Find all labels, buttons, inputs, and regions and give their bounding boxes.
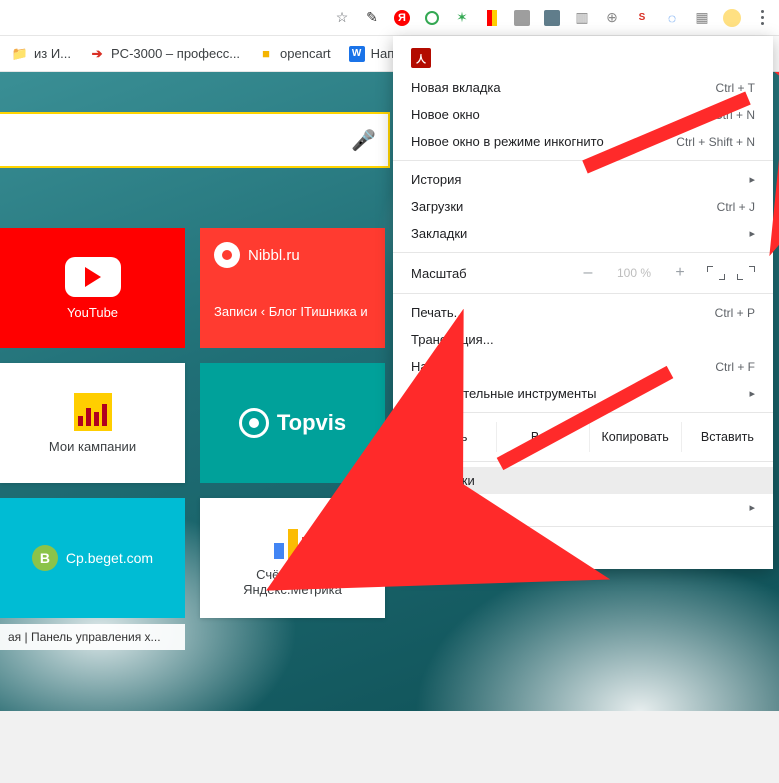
tile-campaigns[interactable]: Мои кампании	[0, 363, 185, 483]
bookmark-item[interactable]: ➔ PC-3000 – професс...	[89, 46, 240, 62]
menu-edit-row: Изменить В ть Копировать Вставить	[393, 418, 773, 456]
folder-icon: 📁	[12, 46, 28, 62]
menu-cast[interactable]: Трансляция...	[393, 326, 773, 353]
menu-more-tools[interactable]: Дополнительные инструменты	[393, 380, 773, 407]
ext-icon-2[interactable]	[543, 9, 561, 27]
tile-youtube[interactable]: YouTube	[0, 228, 185, 348]
menu-downloads[interactable]: ЗагрузкиCtrl + J	[393, 193, 773, 220]
edit-copy[interactable]: Копировать	[589, 422, 681, 452]
campaigns-icon	[74, 393, 112, 431]
zoom-value: 100 %	[611, 266, 657, 280]
tile-metrika[interactable]: Счётчики — Яндекс.Метрика	[200, 498, 385, 618]
ext-icon-3[interactable]: ▥	[573, 9, 591, 27]
eyedropper-icon[interactable]: ✎	[363, 9, 381, 27]
tile-label: Счётчики — Яндекс.Метрика	[206, 567, 379, 597]
zoom-label: Масштаб	[411, 266, 565, 281]
menu-print[interactable]: Печать...Ctrl + P	[393, 299, 773, 326]
pdf-icon: 人	[411, 48, 431, 68]
fullscreen-icon[interactable]	[707, 266, 725, 280]
tile-label: YouTube	[67, 305, 118, 320]
search-bar[interactable]: 🎤	[0, 112, 390, 168]
zoom-out-button[interactable]: –	[577, 262, 599, 284]
microphone-icon[interactable]: 🎤	[351, 128, 376, 153]
tile-label: Cp.beget.com	[66, 550, 153, 566]
tile-topvisor[interactable]: Topvis	[200, 363, 385, 483]
menu-help[interactable]: Справка	[393, 494, 773, 521]
tile-subtitle: Записи ‹ Блог IТишника и	[214, 304, 368, 319]
kebab-menu-icon[interactable]	[753, 9, 771, 27]
arrow-icon: ➔	[89, 46, 105, 62]
menu-incognito[interactable]: Новое окно в режиме инкогнитоCtrl + Shif…	[393, 128, 773, 155]
circle-green-icon[interactable]	[423, 9, 441, 27]
bookmark-label: PC-3000 – професс...	[111, 46, 240, 61]
browser-toolbar: ☆ ✎ Я ✶ ▥ ⊕ S ◌ ▦	[0, 0, 779, 36]
tile-caption: ая | Панель управления х...	[0, 624, 185, 650]
edit-paste[interactable]: Вставить	[681, 422, 773, 452]
nibbl-icon	[214, 242, 240, 268]
bookmark-star-icon[interactable]: ☆	[333, 9, 351, 27]
tile-nibbl[interactable]: Nibbl.ru Записи ‹ Блог IТишника и	[200, 228, 385, 348]
fullscreen-icon-2[interactable]	[737, 266, 755, 280]
w-icon: W	[349, 46, 365, 62]
menu-new-window[interactable]: Новое окноCtrl + N	[393, 101, 773, 128]
menu-zoom-row: Масштаб – 100 % +	[393, 258, 773, 288]
metrika-icon	[274, 519, 312, 559]
ext-icon-1[interactable]	[513, 9, 531, 27]
menu-exit[interactable]: Выход	[393, 532, 773, 559]
edit-label: Изменить	[393, 422, 496, 452]
profile-avatar-icon[interactable]	[723, 9, 741, 27]
menu-history[interactable]: История	[393, 166, 773, 193]
zoom-in-button[interactable]: +	[669, 262, 691, 284]
seo-icon[interactable]: S	[633, 9, 651, 27]
tile-label: Мои кампании	[49, 439, 136, 454]
grid-icon[interactable]: ▦	[693, 9, 711, 27]
bookmark-label: opencart	[280, 46, 331, 61]
square-icon: ■	[258, 46, 274, 62]
menu-new-tab[interactable]: Новая вкладкаCtrl + T	[393, 74, 773, 101]
tile-title: Nibbl.ru	[248, 247, 300, 264]
menu-bookmarks[interactable]: Закладки	[393, 220, 773, 247]
menu-pdf-row[interactable]: 人	[393, 42, 773, 74]
bug-icon[interactable]: ✶	[453, 9, 471, 27]
youtube-icon	[65, 257, 121, 297]
chrome-main-menu: 人 Новая вкладкаCtrl + T Новое окноCtrl +…	[393, 36, 773, 569]
edit-cut[interactable]: В ть	[496, 422, 588, 452]
drop-icon[interactable]: ◌	[663, 9, 681, 27]
beget-icon: B	[32, 545, 58, 571]
menu-settings[interactable]: Настройки	[393, 467, 773, 494]
globe-icon[interactable]: ⊕	[603, 9, 621, 27]
flag-icon[interactable]	[483, 9, 501, 27]
tile-beget[interactable]: B Cp.beget.com	[0, 498, 185, 618]
bookmark-label: из И...	[34, 46, 71, 61]
topvisor-icon: Topvis	[239, 408, 346, 438]
menu-find[interactable]: Найти...Ctrl + F	[393, 353, 773, 380]
yandex-icon[interactable]: Я	[393, 9, 411, 27]
bookmark-item[interactable]: ■ opencart	[258, 46, 331, 62]
bookmark-item[interactable]: 📁 из И...	[12, 46, 71, 62]
